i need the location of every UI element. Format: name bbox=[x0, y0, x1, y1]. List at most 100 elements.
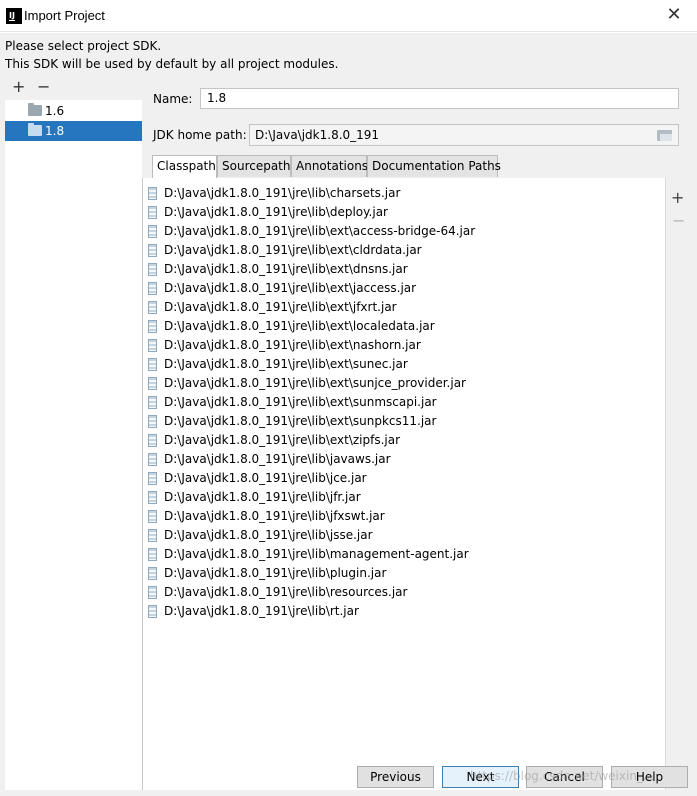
jar-file-icon bbox=[148, 529, 157, 542]
close-button[interactable]: ✕ bbox=[651, 0, 697, 32]
classpath-path: D:\Java\jdk1.8.0_191\jre\lib\ext\access-… bbox=[164, 224, 476, 238]
classpath-path: D:\Java\jdk1.8.0_191\jre\lib\ext\localed… bbox=[164, 319, 435, 333]
classpath-row[interactable]: D:\Java\jdk1.8.0_191\jre\lib\ext\sunec.j… bbox=[143, 355, 663, 374]
classpath-row[interactable]: D:\Java\jdk1.8.0_191\jre\lib\rt.jar bbox=[143, 602, 663, 621]
jdk-home-field[interactable]: D:\Java\jdk1.8.0_191 bbox=[249, 124, 679, 146]
classpath-row[interactable]: D:\Java\jdk1.8.0_191\jre\lib\jsse.jar bbox=[143, 526, 663, 545]
classpath-row[interactable]: D:\Java\jdk1.8.0_191\jre\lib\ext\jfxrt.j… bbox=[143, 298, 663, 317]
cancel-button[interactable]: Cancel bbox=[526, 766, 603, 788]
sdk-item-1-8[interactable]: 1.8 bbox=[5, 121, 142, 141]
classpath-row[interactable]: D:\Java\jdk1.8.0_191\jre\lib\resources.j… bbox=[143, 583, 663, 602]
classpath-row[interactable]: D:\Java\jdk1.8.0_191\jre\lib\javaws.jar bbox=[143, 450, 663, 469]
classpath-row[interactable]: D:\Java\jdk1.8.0_191\jre\lib\ext\zipfs.j… bbox=[143, 431, 663, 450]
classpath-row[interactable]: D:\Java\jdk1.8.0_191\jre\lib\ext\sunjce_… bbox=[143, 374, 663, 393]
jar-file-icon bbox=[148, 339, 157, 352]
classpath-path: D:\Java\jdk1.8.0_191\jre\lib\resources.j… bbox=[164, 585, 408, 599]
classpath-list: D:\Java\jdk1.8.0_191\jre\lib\charsets.ja… bbox=[142, 178, 666, 790]
jdk-home-label: JDK home path: bbox=[153, 128, 247, 142]
classpath-path: D:\Java\jdk1.8.0_191\jre\lib\ext\sunec.j… bbox=[164, 357, 408, 371]
sdk-item-label: 1.6 bbox=[45, 104, 65, 118]
next-button[interactable]: Next bbox=[442, 766, 519, 788]
jdk-home-value: D:\Java\jdk1.8.0_191 bbox=[255, 128, 380, 142]
jar-file-icon bbox=[148, 434, 157, 447]
classpath-row[interactable]: D:\Java\jdk1.8.0_191\jre\lib\jfr.jar bbox=[143, 488, 663, 507]
jar-file-icon bbox=[148, 187, 157, 200]
jar-file-icon bbox=[148, 567, 157, 580]
add-sdk-button[interactable]: + bbox=[12, 79, 25, 95]
window-title: Import Project bbox=[24, 8, 105, 23]
classpath-row[interactable]: D:\Java\jdk1.8.0_191\jre\lib\ext\localed… bbox=[143, 317, 663, 336]
dialog-content: Please select project SDK. This SDK will… bbox=[0, 33, 697, 796]
classpath-path: D:\Java\jdk1.8.0_191\jre\lib\jfr.jar bbox=[164, 490, 361, 504]
classpath-path: D:\Java\jdk1.8.0_191\jre\lib\charsets.ja… bbox=[164, 186, 401, 200]
jar-file-icon bbox=[148, 453, 157, 466]
classpath-path: D:\Java\jdk1.8.0_191\jre\lib\ext\sunmsca… bbox=[164, 395, 437, 409]
tab-classpath[interactable]: Classpath bbox=[152, 155, 217, 178]
remove-sdk-button[interactable]: − bbox=[37, 79, 50, 95]
classpath-row[interactable]: D:\Java\jdk1.8.0_191\jre\lib\ext\jaccess… bbox=[143, 279, 663, 298]
classpath-path: D:\Java\jdk1.8.0_191\jre\lib\ext\sunpkcs… bbox=[164, 414, 437, 428]
jar-file-icon bbox=[148, 415, 157, 428]
classpath-row[interactable]: D:\Java\jdk1.8.0_191\jre\lib\management-… bbox=[143, 545, 663, 564]
classpath-row[interactable]: D:\Java\jdk1.8.0_191\jre\lib\deploy.jar bbox=[143, 203, 663, 222]
classpath-path: D:\Java\jdk1.8.0_191\jre\lib\ext\jfxrt.j… bbox=[164, 300, 397, 314]
jar-file-icon bbox=[148, 263, 157, 276]
sdk-item-1-6[interactable]: 1.6 bbox=[5, 101, 142, 121]
tab-sourcepath[interactable]: Sourcepath bbox=[217, 155, 291, 177]
jar-file-icon bbox=[148, 301, 157, 314]
jar-file-icon bbox=[148, 358, 157, 371]
classpath-path: D:\Java\jdk1.8.0_191\jre\lib\jsse.jar bbox=[164, 528, 373, 542]
classpath-path: D:\Java\jdk1.8.0_191\jre\lib\ext\cldrdat… bbox=[164, 243, 422, 257]
jar-file-icon bbox=[148, 548, 157, 561]
intellij-icon: IJ bbox=[6, 8, 22, 24]
classpath-row[interactable]: D:\Java\jdk1.8.0_191\jre\lib\ext\dnsns.j… bbox=[143, 260, 663, 279]
name-input[interactable]: 1.8 bbox=[200, 88, 679, 109]
folder-icon bbox=[28, 103, 42, 116]
classpath-path: D:\Java\jdk1.8.0_191\jre\lib\plugin.jar bbox=[164, 566, 387, 580]
classpath-path: D:\Java\jdk1.8.0_191\jre\lib\javaws.jar bbox=[164, 452, 391, 466]
classpath-row[interactable]: D:\Java\jdk1.8.0_191\jre\lib\plugin.jar bbox=[143, 564, 663, 583]
browse-folder-icon[interactable] bbox=[657, 129, 672, 141]
name-label: Name: bbox=[153, 92, 193, 106]
classpath-path: D:\Java\jdk1.8.0_191\jre\lib\ext\dnsns.j… bbox=[164, 262, 408, 276]
classpath-row[interactable]: D:\Java\jdk1.8.0_191\jre\lib\jce.jar bbox=[143, 469, 663, 488]
sdk-list: 1.6 1.8 bbox=[5, 100, 142, 790]
jar-file-icon bbox=[148, 206, 157, 219]
jar-file-icon bbox=[148, 244, 157, 257]
classpath-path: D:\Java\jdk1.8.0_191\jre\lib\jce.jar bbox=[164, 471, 367, 485]
previous-button[interactable]: Previous bbox=[357, 766, 434, 788]
classpath-row[interactable]: D:\Java\jdk1.8.0_191\jre\lib\jfxswt.jar bbox=[143, 507, 663, 526]
tab-annotations[interactable]: Annotations bbox=[291, 155, 368, 177]
classpath-path: D:\Java\jdk1.8.0_191\jre\lib\deploy.jar bbox=[164, 205, 388, 219]
jar-file-icon bbox=[148, 510, 157, 523]
classpath-row[interactable]: D:\Java\jdk1.8.0_191\jre\lib\ext\cldrdat… bbox=[143, 241, 663, 260]
description-line-1: Please select project SDK. bbox=[5, 39, 162, 53]
tab-documentation-paths[interactable]: Documentation Paths bbox=[367, 155, 501, 177]
classpath-row[interactable]: D:\Java\jdk1.8.0_191\jre\lib\charsets.ja… bbox=[143, 184, 663, 203]
jar-file-icon bbox=[148, 605, 157, 618]
jar-file-icon bbox=[148, 225, 157, 238]
classpath-path: D:\Java\jdk1.8.0_191\jre\lib\ext\zipfs.j… bbox=[164, 433, 401, 447]
title-bar: IJ Import Project ✕ bbox=[0, 0, 697, 32]
add-classpath-button[interactable]: + bbox=[671, 188, 684, 207]
sdk-item-label: 1.8 bbox=[45, 124, 65, 138]
classpath-row[interactable]: D:\Java\jdk1.8.0_191\jre\lib\ext\nashorn… bbox=[143, 336, 663, 355]
jar-file-icon bbox=[148, 377, 157, 390]
classpath-path: D:\Java\jdk1.8.0_191\jre\lib\ext\jaccess… bbox=[164, 281, 417, 295]
folder-icon bbox=[28, 123, 42, 136]
classpath-row[interactable]: D:\Java\jdk1.8.0_191\jre\lib\ext\access-… bbox=[143, 222, 663, 241]
jar-file-icon bbox=[148, 586, 157, 599]
jar-file-icon bbox=[148, 320, 157, 333]
remove-classpath-button[interactable]: − bbox=[672, 211, 685, 230]
classpath-path: D:\Java\jdk1.8.0_191\jre\lib\ext\nashorn… bbox=[164, 338, 421, 352]
classpath-path: D:\Java\jdk1.8.0_191\jre\lib\rt.jar bbox=[164, 604, 359, 618]
jar-file-icon bbox=[148, 491, 157, 504]
classpath-path: D:\Java\jdk1.8.0_191\jre\lib\management-… bbox=[164, 547, 469, 561]
description-line-2: This SDK will be used by default by all … bbox=[5, 57, 339, 71]
classpath-row[interactable]: D:\Java\jdk1.8.0_191\jre\lib\ext\sunmsca… bbox=[143, 393, 663, 412]
jar-file-icon bbox=[148, 396, 157, 409]
jar-file-icon bbox=[148, 282, 157, 295]
help-button[interactable]: Help bbox=[611, 766, 688, 788]
classpath-path: D:\Java\jdk1.8.0_191\jre\lib\ext\sunjce_… bbox=[164, 376, 466, 390]
classpath-row[interactable]: D:\Java\jdk1.8.0_191\jre\lib\ext\sunpkcs… bbox=[143, 412, 663, 431]
